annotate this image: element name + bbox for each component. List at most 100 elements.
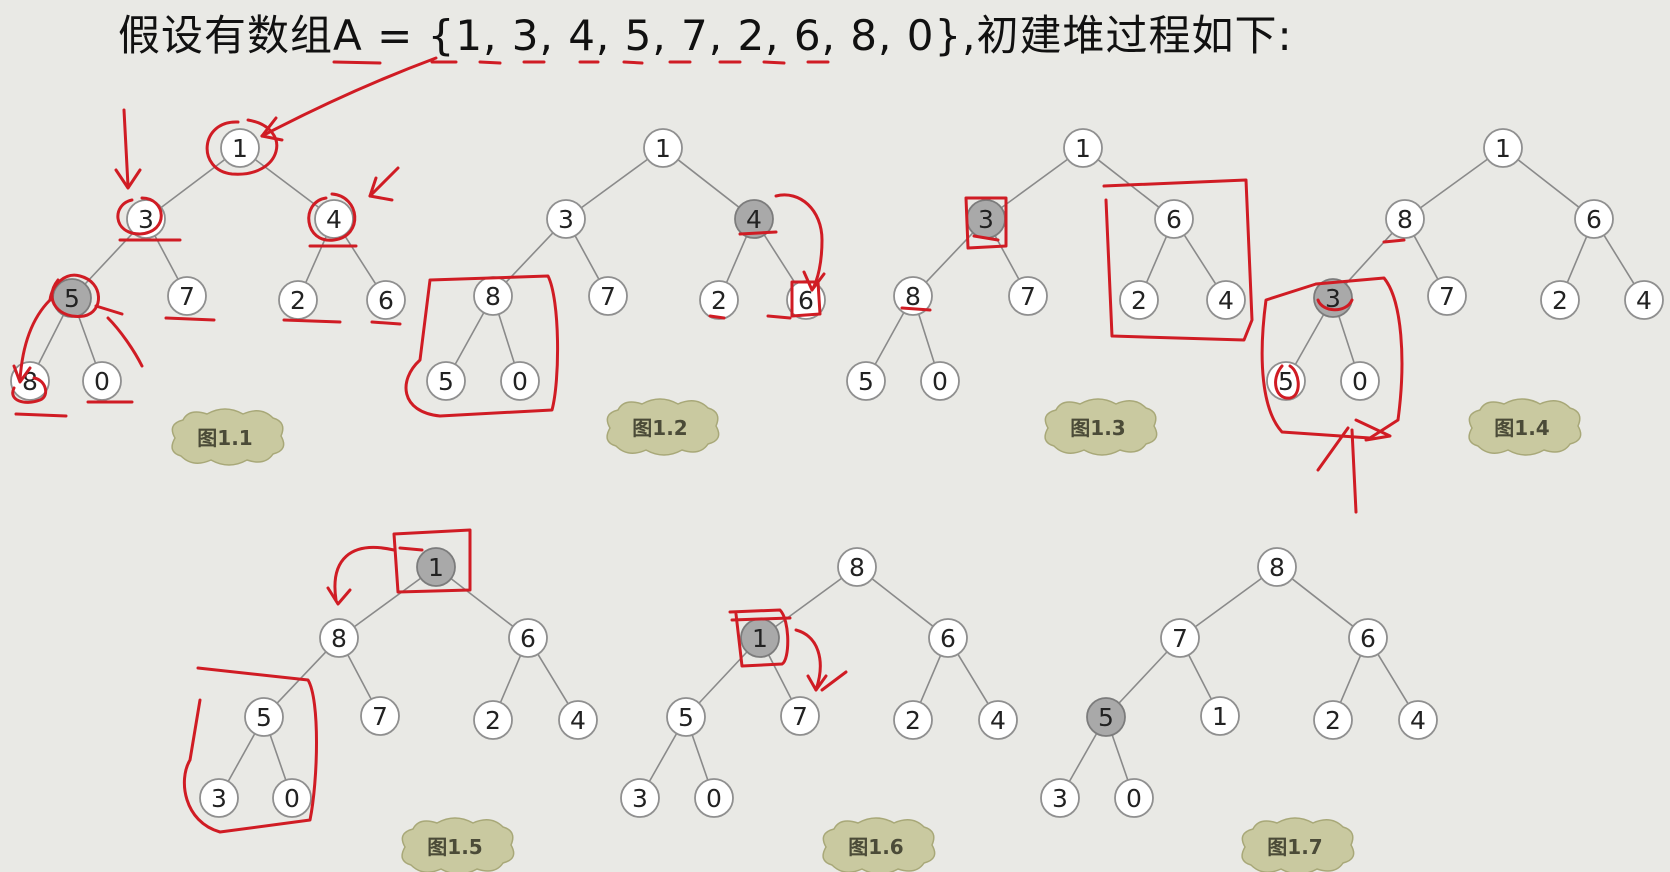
- tree-edge: [919, 655, 942, 703]
- node-value: 6: [1166, 205, 1182, 234]
- tree-node: 3: [199, 778, 239, 818]
- tree-edge: [1339, 655, 1362, 703]
- tree-node: 7: [360, 696, 400, 736]
- annotation-stroke: [398, 546, 424, 552]
- annotation-stroke: [1382, 238, 1406, 244]
- node-value: 2: [905, 706, 921, 735]
- tree-edge: [304, 236, 328, 283]
- heap-figure: 1 8 6 5 7 2 4 3 0 图1.5: [199, 547, 598, 872]
- node-value: 1: [1212, 702, 1228, 731]
- annotation-stroke: [762, 60, 786, 65]
- tree-node: 1: [740, 618, 780, 658]
- caption-text: 图1.4: [1494, 416, 1549, 440]
- tree-node: 7: [1008, 276, 1048, 316]
- annotation-stroke: [94, 304, 124, 316]
- node-value: 0: [706, 784, 722, 813]
- annotation-stroke: [326, 586, 352, 606]
- tree-edge: [1294, 314, 1325, 365]
- node-value: 2: [1325, 706, 1341, 735]
- tree-edge: [269, 734, 287, 781]
- node-value: 1: [428, 553, 444, 582]
- tree-edge: [957, 653, 989, 705]
- tree-edge: [1338, 315, 1355, 364]
- tree-edge: [347, 654, 372, 700]
- caption-text: 图1.6: [848, 835, 903, 859]
- tree-node: 1: [1063, 128, 1103, 168]
- tree-edge: [154, 235, 179, 280]
- heap-figure: 18 63 7 2 45 0图1.4: [1266, 128, 1664, 456]
- tree-edge: [1111, 734, 1129, 781]
- node-value: 4: [990, 706, 1006, 735]
- node-value: 0: [284, 784, 300, 813]
- tree-node: 0: [1114, 778, 1154, 818]
- figure-caption: 图1.2: [606, 398, 720, 456]
- node-value: 0: [94, 367, 110, 396]
- tree-edge: [499, 655, 522, 703]
- tree-node: 7: [1160, 618, 1200, 658]
- heap-build-diagram: 假设有数组A = {1, 3, 4, 5, 7, 2, 6, 8, 0},初建堆…: [0, 0, 1670, 872]
- heap-figure: 8 7 6 5 1 2 4 3 0 图1.7: [1040, 547, 1438, 872]
- node-value: 1: [1495, 134, 1511, 163]
- tree-node: 2: [1119, 280, 1159, 320]
- tree-edge: [691, 734, 709, 781]
- annotation-stroke: [260, 56, 438, 138]
- tree-edge: [763, 234, 797, 285]
- node-value: 8: [331, 624, 347, 653]
- tree-node: 4: [558, 700, 598, 740]
- caption-text: 图1.2: [632, 416, 687, 440]
- tree-edge: [1377, 653, 1409, 705]
- tree-node: 1: [220, 128, 260, 168]
- tree-node: 4: [1398, 700, 1438, 740]
- heap-figure: 1 3 6 8 7 2 4 5 0 图1.3: [846, 128, 1246, 456]
- tree-node: 6: [1154, 199, 1194, 239]
- node-value: 7: [792, 702, 808, 731]
- node-value: 5: [256, 703, 272, 732]
- caption-text: 图1.5: [427, 835, 482, 859]
- tree-node: 0: [272, 778, 312, 818]
- tree-edge: [1603, 234, 1635, 285]
- tree-node: 2: [893, 700, 933, 740]
- tree-edge: [227, 733, 256, 782]
- node-value: 5: [438, 367, 454, 396]
- annotation-stroke: [794, 628, 822, 692]
- annotation-stroke: [282, 318, 342, 324]
- tree-edge: [1419, 158, 1489, 209]
- tree-node: 0: [694, 778, 734, 818]
- tree-node: 7: [780, 696, 820, 736]
- node-value: 8: [849, 553, 865, 582]
- node-value: 8: [485, 282, 501, 311]
- tree-edge: [1566, 236, 1588, 283]
- node-value: 2: [290, 286, 306, 315]
- node-value: 2: [711, 286, 727, 315]
- tree-edge: [677, 159, 740, 208]
- tree-edge: [917, 313, 936, 364]
- node-value: 7: [179, 282, 195, 311]
- node-value: 7: [372, 702, 388, 731]
- tree-node: 6: [508, 618, 548, 658]
- tree-edge: [1194, 577, 1263, 628]
- node-value: 4: [326, 205, 342, 234]
- tree-edge: [725, 236, 748, 283]
- tree-node: 7: [1427, 276, 1467, 316]
- tree-node: 0: [1340, 361, 1380, 401]
- tree-node: 3: [620, 778, 660, 818]
- annotation-stroke: [14, 412, 68, 418]
- node-value: 0: [512, 367, 528, 396]
- annotation-stroke: [332, 60, 382, 65]
- caption-text: 图1.7: [1267, 835, 1322, 859]
- annotation-stroke: [738, 230, 778, 236]
- annotation-stroke: [900, 306, 932, 312]
- tree-edge: [37, 314, 65, 365]
- node-value: 1: [232, 134, 248, 163]
- tree-edge: [1000, 158, 1069, 209]
- node-value: 6: [940, 624, 956, 653]
- node-value: 7: [1172, 624, 1188, 653]
- tree-node: 5: [426, 361, 466, 401]
- heap-figure: 13 45 7 2 68 0图1.1: [10, 128, 406, 466]
- tree-node: 5: [846, 361, 886, 401]
- tree-edge: [77, 315, 97, 364]
- node-value: 0: [1352, 367, 1368, 396]
- tree-edge: [1291, 578, 1354, 627]
- figure-caption: 图1.4: [1468, 398, 1582, 456]
- tree-node: 3: [546, 199, 586, 239]
